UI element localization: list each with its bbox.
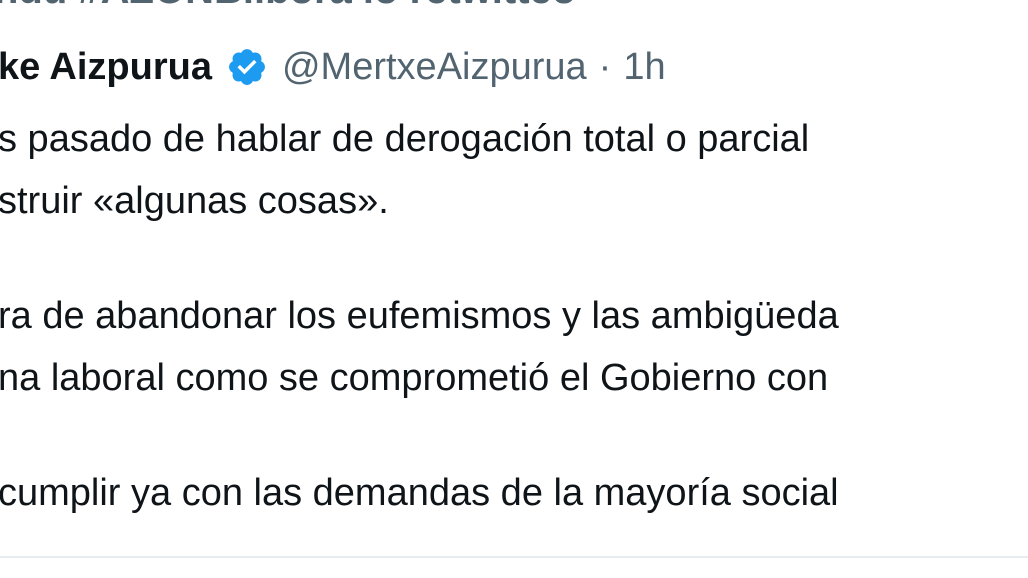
tweet-text-line: ra de abandonar los eufemismos y las amb… — [0, 295, 839, 337]
tweet-timestamp[interactable]: 1h — [623, 46, 665, 89]
separator-dot: · — [598, 45, 612, 88]
author-display-name[interactable]: ke Aizpurua — [0, 46, 212, 89]
tweet-divider — [0, 556, 1028, 558]
retweet-context: ndu #AZONBilbora lo retwitteó — [0, 0, 576, 10]
tweet-text-line: s pasado de hablar de derogación total o… — [0, 118, 810, 160]
tweet-text-line: cumplir ya con las demandas de la mayorí… — [0, 472, 839, 514]
tweet-text: s pasado de hablar de derogación total o… — [0, 108, 839, 524]
tweet-text-line: na laboral como se comprometió el Gobier… — [0, 357, 829, 399]
author-handle[interactable]: @MertxeAizpurua — [282, 46, 587, 89]
verified-badge-icon — [226, 46, 268, 88]
tweet-header: ke Aizpurua @MertxeAizpurua · 1h — [0, 44, 666, 90]
tweet-text-line: struir «algunas cosas». — [0, 180, 389, 222]
